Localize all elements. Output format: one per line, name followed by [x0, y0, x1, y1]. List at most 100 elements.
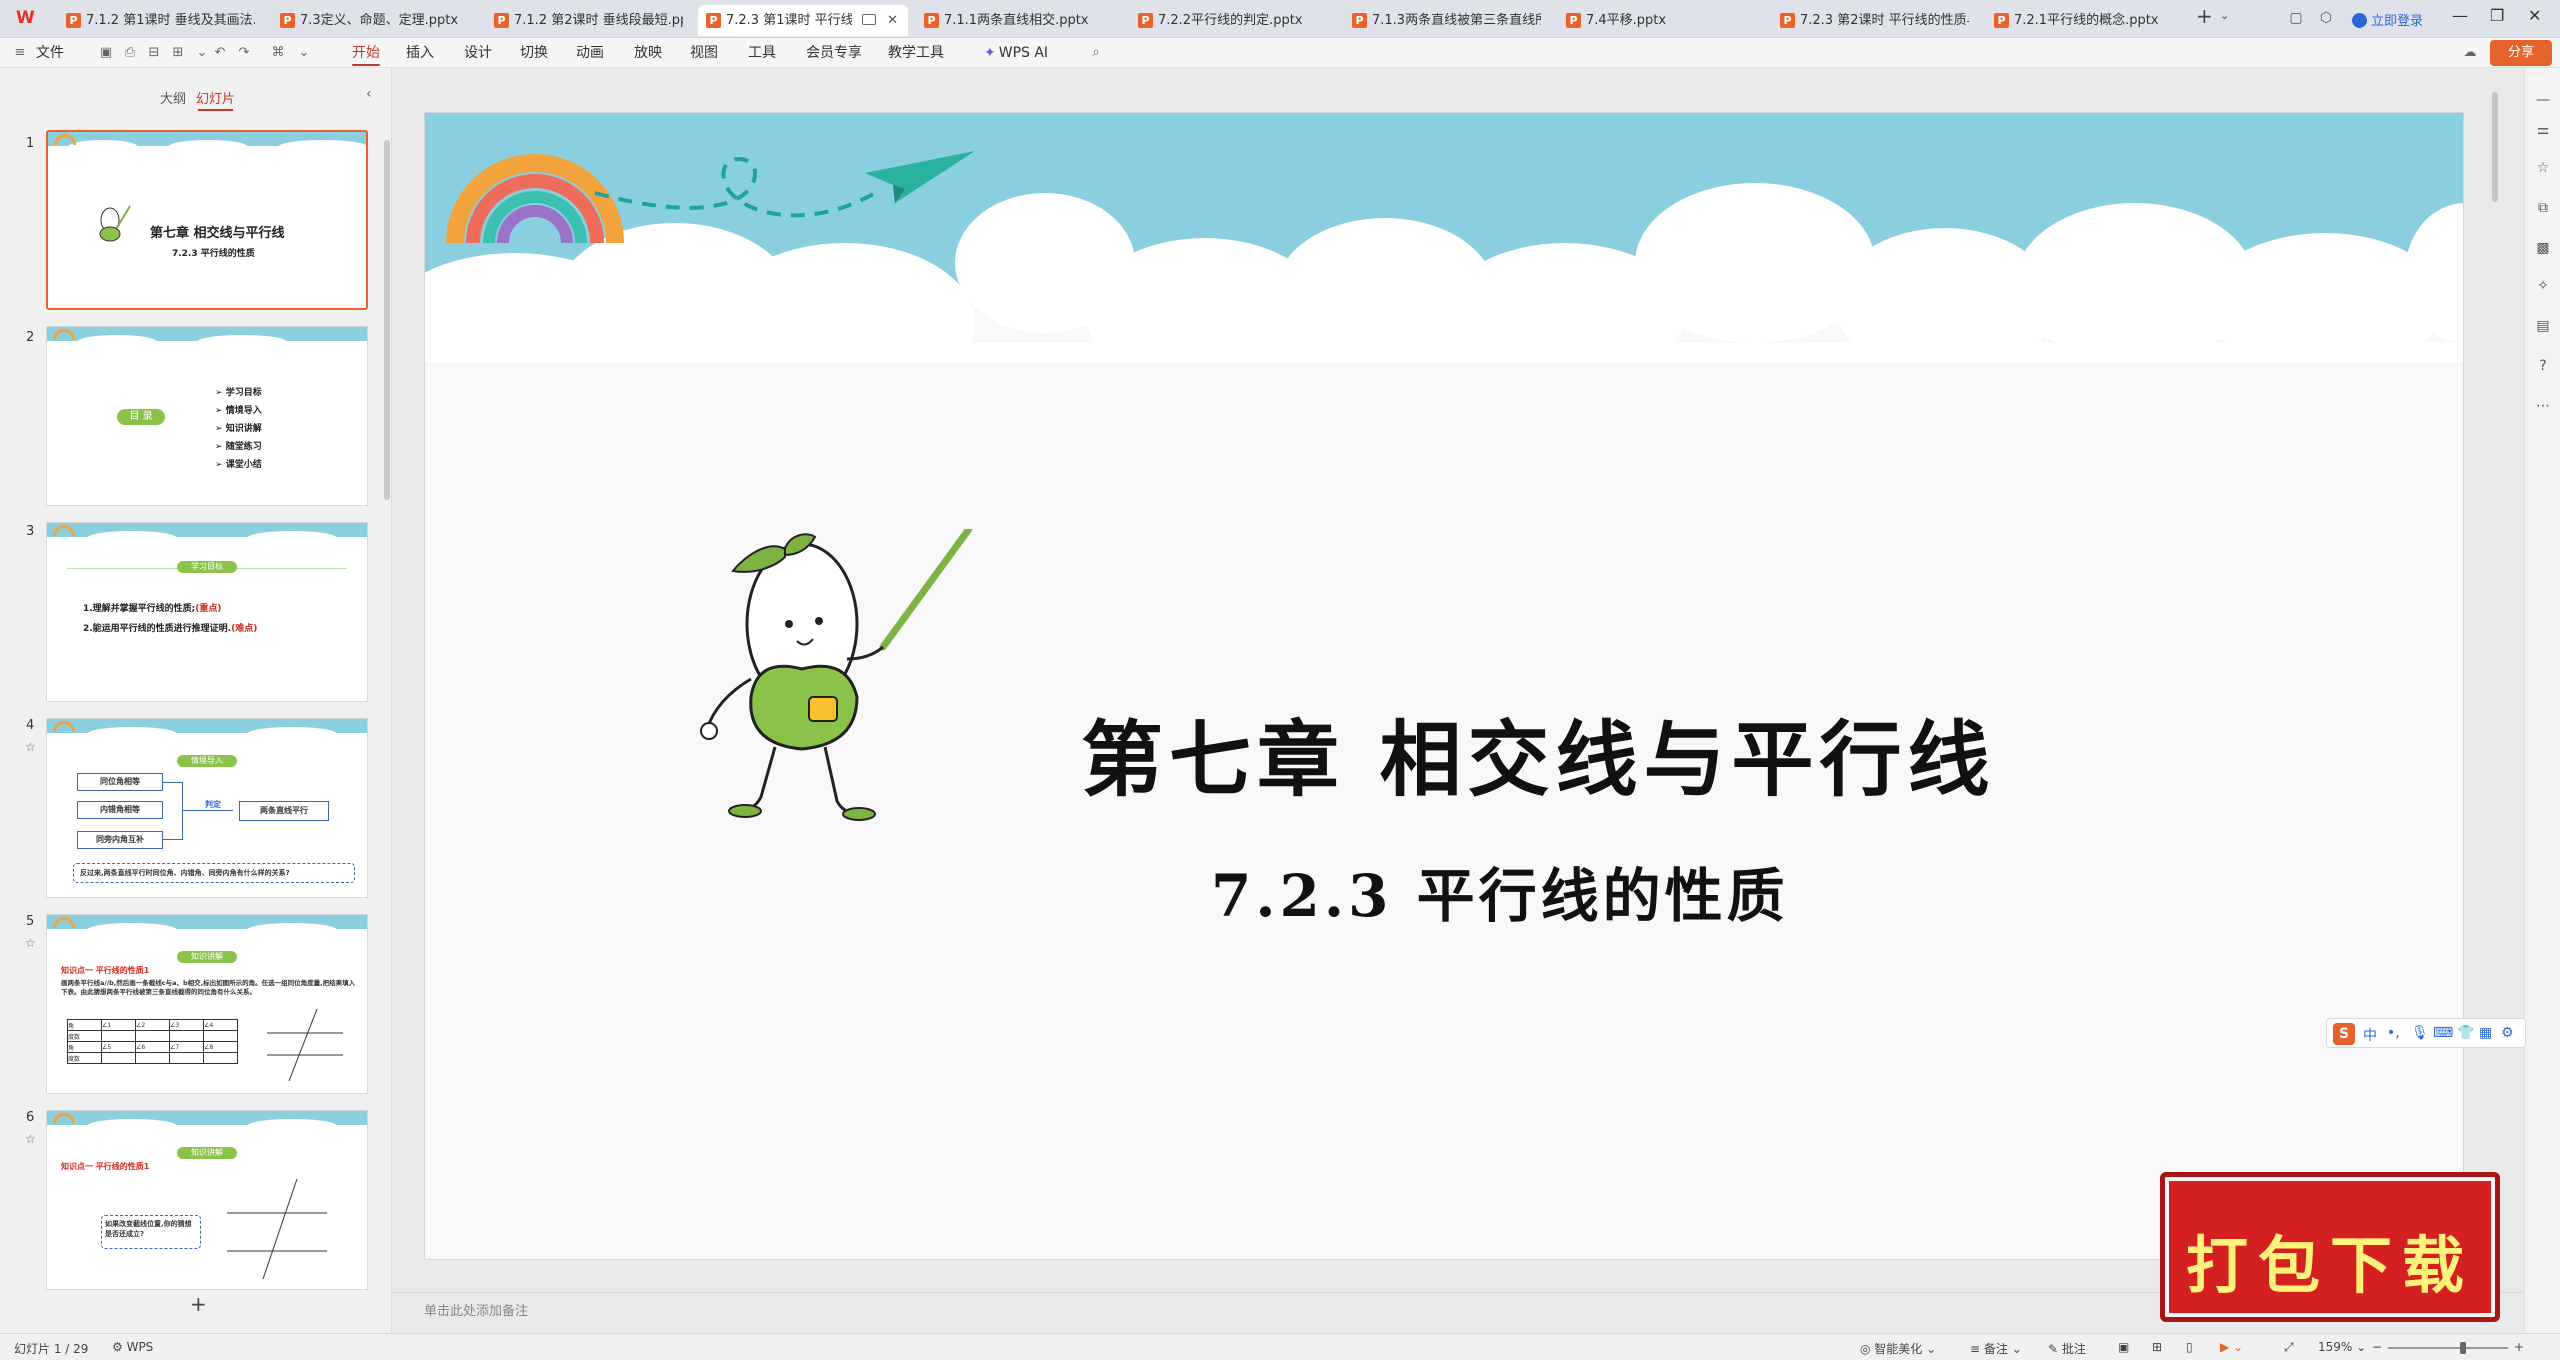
layout-icon[interactable]: ▢ [2288, 10, 2304, 26]
scrollbar-thumb[interactable] [2492, 92, 2498, 202]
menu-teaching-tools[interactable]: 教学工具 [888, 38, 944, 68]
more-chevron-icon[interactable]: ⌄ [296, 45, 312, 61]
wps-ai-button[interactable]: ✦ WPS AI [984, 38, 1048, 68]
magic-wand-icon[interactable]: ✧ [2535, 278, 2551, 294]
reading-view-icon[interactable]: ▯ [2186, 1340, 2193, 1354]
microphone-icon[interactable]: 🎙 [2411, 1025, 2429, 1041]
print-icon[interactable]: ⊟ [146, 45, 162, 61]
doc-tab[interactable]: P 7.1.1两条直线相交.pptx [916, 5, 1121, 36]
menu-design[interactable]: 设计 [464, 38, 492, 68]
doc-tab[interactable]: P 7.1.2 第1课时 垂线及其画法.p... [58, 5, 263, 36]
zoom-in-icon[interactable]: + [2514, 1340, 2524, 1354]
minus-icon[interactable]: — [2535, 92, 2551, 108]
slide-title[interactable]: 第七章 相交线与平行线 [1081, 693, 1996, 812]
doc-tab-active[interactable]: P 7.2.3 第1课时 平行线的 ✕ [698, 5, 908, 36]
image-edit-icon[interactable]: ▩ [2535, 240, 2551, 256]
skin-icon[interactable]: 👕 [2457, 1025, 2474, 1041]
doc-tab[interactable]: P 7.2.1平行线的概念.pptx [1986, 5, 2186, 36]
redo-icon[interactable]: ↷ [236, 45, 252, 61]
cloud-sync-icon[interactable]: ☁ [2462, 45, 2478, 61]
menu-view[interactable]: 视图 [690, 38, 718, 68]
download-banner[interactable]: 打包下载 [2160, 1172, 2500, 1322]
search-icon[interactable]: ⌕ [1088, 45, 1104, 61]
canvas-scrollbar[interactable] [2490, 78, 2500, 1258]
copy-icon[interactable]: ⧉ [2535, 200, 2551, 216]
help-icon[interactable]: ? [2535, 358, 2551, 374]
preview-icon[interactable]: ⊞ [170, 45, 186, 61]
hamburger-icon[interactable]: ≡ [12, 45, 28, 61]
notes-toggle[interactable]: ≡ 备注 ⌄ [1970, 1340, 2022, 1357]
fit-window-icon[interactable]: ⤢ [2284, 1340, 2294, 1355]
new-tab-plus-icon[interactable]: + [2196, 4, 2213, 28]
menu-slideshow[interactable]: 放映 [634, 38, 662, 68]
play-slideshow-icon[interactable]: ▶ ⌄ [2220, 1340, 2243, 1354]
restore-icon[interactable]: ❐ [2490, 6, 2504, 25]
comments-toggle[interactable]: ✎ 批注 [2048, 1340, 2086, 1357]
zoom-out-icon[interactable]: − [2372, 1340, 2382, 1354]
smart-beautify-button[interactable]: ◎ 智能美化 ⌄ [1860, 1340, 1936, 1357]
section-pill: 情境导入 [177, 755, 237, 767]
add-slide-plus-icon[interactable]: + [190, 1292, 207, 1316]
menu-insert[interactable]: 插入 [406, 38, 434, 68]
current-slide[interactable]: 第七章 相交线与平行线 7.2.3 平行线的性质 [424, 112, 2464, 1260]
sliders-icon[interactable]: ⚌ [2535, 122, 2551, 138]
zoom-level[interactable]: 159% ⌄ [2318, 1340, 2366, 1354]
tab-slides[interactable]: 幻灯片 [196, 88, 235, 111]
punctuation-icon[interactable]: •, [2387, 1025, 2400, 1041]
cube-icon[interactable]: ⬡ [2318, 10, 2334, 26]
doc-tab[interactable]: P 7.1.2 第2课时 垂线段最短.pptx [486, 5, 691, 36]
window-mode-icon[interactable] [862, 14, 876, 25]
star-icon[interactable]: ☆ [25, 740, 36, 754]
file-menu[interactable]: 文件 [36, 38, 64, 68]
format-painter-icon[interactable]: ⌘ [270, 45, 286, 61]
normal-view-icon[interactable]: ▣ [2118, 1340, 2129, 1354]
chevron-down-icon[interactable]: ⌄ [194, 45, 210, 61]
export-icon[interactable]: ⎙ [122, 45, 138, 61]
star-icon[interactable]: ☆ [25, 936, 36, 950]
menu-transition[interactable]: 切换 [520, 38, 548, 68]
tab-outline[interactable]: 大纲 [160, 88, 186, 107]
document-icon[interactable]: ▤ [2535, 318, 2551, 334]
notes-input[interactable]: 单击此处添加备注 [424, 1296, 2464, 1328]
zoom-slider[interactable] [2388, 1347, 2508, 1349]
sorter-view-icon[interactable]: ⊞ [2152, 1340, 2162, 1354]
menu-animation[interactable]: 动画 [576, 38, 604, 68]
slide-thumbnail-3[interactable]: 学习目标 1.理解并掌握平行线的性质;(重点) 2.能运用平行线的性质进行推理证… [46, 522, 368, 702]
undo-icon[interactable]: ↶ [212, 45, 228, 61]
window-close-icon[interactable]: ✕ [2528, 6, 2541, 25]
zoom-slider-knob[interactable] [2460, 1342, 2466, 1354]
more-icon[interactable]: ⋯ [2535, 398, 2551, 414]
toolbox-icon[interactable]: ▦ [2479, 1025, 2492, 1041]
minimize-icon[interactable]: — [2452, 6, 2468, 25]
slide-thumbnail-4[interactable]: 情境导入 同位角相等 内错角相等 同旁内角互补 判定 两条直线平行 反过来,两条… [46, 718, 368, 898]
doc-tab[interactable]: P 7.4平移.pptx [1558, 5, 1763, 36]
comment-icon: ✎ [2048, 1342, 2062, 1356]
keyboard-icon[interactable]: ⌨ [2433, 1025, 2453, 1041]
slide-thumbnail-1[interactable]: 第七章 相交线与平行线 7.2.3 平行线的性质 [46, 130, 368, 310]
doc-tab[interactable]: P 7.3定义、命题、定理.pptx [272, 5, 477, 36]
doc-tab[interactable]: P 7.1.3两条直线被第三条直线所截 [1344, 5, 1549, 36]
menu-member[interactable]: 会员专享 [806, 38, 862, 68]
wps-logo-icon[interactable]: W [16, 8, 42, 30]
login-button[interactable]: 立即登录 [2352, 10, 2423, 29]
save-icon[interactable]: ▣ [98, 45, 114, 61]
star-icon[interactable]: ☆ [2535, 160, 2551, 176]
slide-thumbnail-2[interactable]: 目 录 ➢ 学习目标 ➢ 情境导入 ➢ 知识讲解 ➢ 随堂练习 ➢ 课堂小结 [46, 326, 368, 506]
tools-icon[interactable]: ⚙ [2501, 1025, 2514, 1041]
tab-list-chevron-icon[interactable]: ⌄ [2220, 9, 2229, 22]
share-button[interactable]: 分享 [2490, 40, 2552, 66]
ime-language[interactable]: 中 [2363, 1025, 2377, 1045]
doc-tab[interactable]: P 7.2.3 第2课时 平行线的性质与 [1772, 5, 1977, 36]
slide-subtitle[interactable]: 7.2.3 平行线的性质 [1211, 849, 1789, 933]
doc-tab[interactable]: P 7.2.2平行线的判定.pptx [1130, 5, 1335, 36]
panel-scrollbar[interactable] [384, 140, 390, 500]
theme-name[interactable]: ⚙ WPS [112, 1340, 153, 1354]
close-tab-icon[interactable]: ✕ [887, 5, 898, 36]
collapse-panel-icon[interactable]: ‹ [366, 86, 372, 102]
menu-home[interactable]: 开始 [352, 38, 380, 68]
menu-tools[interactable]: 工具 [748, 38, 776, 68]
input-method-bar[interactable]: S 中 •, 🎙 ⌨ 👕 ▦ ⚙ [2326, 1018, 2526, 1048]
slide-thumbnail-5[interactable]: 知识讲解 知识点一 平行线的性质1 画两条平行线a//b,然后画一条截线c与a、… [46, 914, 368, 1094]
star-icon[interactable]: ☆ [25, 1132, 36, 1146]
slide-thumbnail-6[interactable]: 知识讲解 知识点一 平行线的性质1 如果改变截线位置,你的猜想是否还成立? [46, 1110, 368, 1290]
